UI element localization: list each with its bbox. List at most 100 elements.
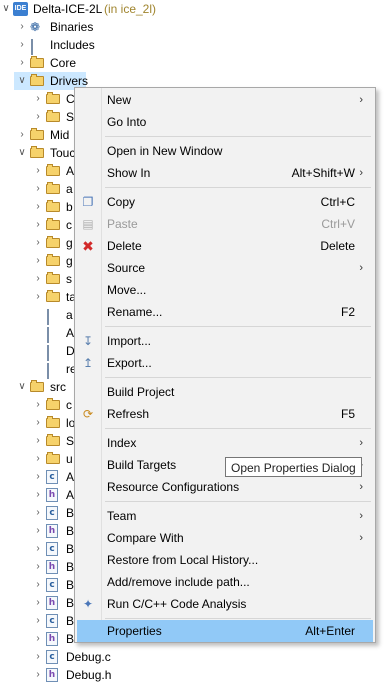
chevron-right-icon[interactable]: › <box>33 522 43 540</box>
chevron-right-icon[interactable]: › <box>33 396 43 414</box>
menu-item-move[interactable]: Move... <box>77 279 373 301</box>
menu-item-refresh[interactable]: ⟳ Refresh F5 <box>77 403 373 425</box>
tree-row[interactable]: D <box>0 342 80 361</box>
menu-item-add-remove-include-path[interactable]: Add/remove include path... <box>77 571 373 593</box>
chevron-right-icon[interactable]: › <box>33 288 43 306</box>
menu-item-source[interactable]: Source › <box>77 257 373 279</box>
tree-row[interactable]: › lo <box>0 414 80 432</box>
menu-item-shortcut: F2 <box>340 305 355 319</box>
ide-project-icon: IDE <box>13 2 28 16</box>
tree-row[interactable]: › C <box>0 90 80 108</box>
chevron-right-icon[interactable]: › <box>33 234 43 252</box>
menu-item-index[interactable]: Index › <box>77 432 373 454</box>
menu-item-new[interactable]: New › <box>77 89 373 111</box>
tree-row[interactable]: › a <box>0 180 80 198</box>
tree-row[interactable]: › h B <box>0 594 80 612</box>
tree-row[interactable]: › h A <box>0 486 80 504</box>
tree-item-label: g <box>66 236 73 250</box>
tree-row[interactable]: › h B <box>0 522 80 540</box>
chevron-right-icon[interactable]: › <box>33 486 43 504</box>
tree-row-core[interactable]: › Core <box>0 54 386 72</box>
menu-item-team[interactable]: Team › <box>77 505 373 527</box>
chevron-right-icon[interactable]: › <box>33 90 43 108</box>
menu-item-run-code-analysis[interactable]: ✦ Run C/C++ Code Analysis <box>77 593 373 615</box>
chevron-right-icon[interactable]: › <box>33 432 43 450</box>
chevron-right-icon[interactable]: › <box>17 18 27 36</box>
chevron-right-icon[interactable]: › <box>17 126 27 144</box>
chevron-right-icon[interactable]: › <box>33 252 43 270</box>
menu-item-build-project[interactable]: Build Project <box>77 381 373 403</box>
tree-row-src[interactable]: ∨ src <box>0 378 80 396</box>
menu-item-properties[interactable]: Properties Alt+Enter <box>77 620 373 642</box>
chevron-right-icon[interactable]: › <box>17 36 27 54</box>
tree-row[interactable]: › S <box>0 108 80 126</box>
menu-item-paste[interactable]: ▤ Paste Ctrl+V <box>77 213 373 235</box>
tree-row[interactable]: › h B <box>0 630 80 648</box>
chevron-down-icon[interactable]: ∨ <box>1 0 11 18</box>
tree-row[interactable]: › b <box>0 198 80 216</box>
tree-item-label: g <box>66 254 73 268</box>
chevron-right-icon[interactable]: › <box>33 450 43 468</box>
menu-item-import[interactable]: ↧ Import... <box>77 330 373 352</box>
tree-row[interactable]: › ta <box>0 288 80 306</box>
tree-row[interactable]: › c B <box>0 504 80 522</box>
binaries-icon: ❁ <box>30 20 41 34</box>
menu-item-rename[interactable]: Rename... F2 <box>77 301 373 323</box>
tree-row-project[interactable]: ∨ IDE Delta-ICE-2L (in ice_2l) <box>0 0 386 18</box>
chevron-right-icon[interactable]: › <box>33 576 43 594</box>
chevron-down-icon[interactable]: ∨ <box>17 144 27 162</box>
chevron-right-icon[interactable]: › <box>33 270 43 288</box>
tree-row[interactable]: › c B <box>0 540 80 558</box>
menu-item-copy[interactable]: ❐ Copy Ctrl+C <box>77 191 373 213</box>
menu-item-show-in[interactable]: Show In Alt+Shift+W › <box>77 162 373 184</box>
tree-row[interactable]: re <box>0 360 80 379</box>
menu-item-open-in-new-window[interactable]: Open in New Window <box>77 140 373 162</box>
chevron-right-icon[interactable]: › <box>33 162 43 180</box>
chevron-right-icon[interactable]: › <box>33 468 43 486</box>
tree-row[interactable]: › c B <box>0 576 80 594</box>
chevron-right-icon[interactable]: › <box>33 612 43 630</box>
menu-item-delete[interactable]: ✖ Delete Delete <box>77 235 373 257</box>
tree-row[interactable]: › c B <box>0 612 80 630</box>
chevron-right-icon[interactable]: › <box>33 108 43 126</box>
tree-row-middlewares[interactable]: › Mid <box>0 126 80 144</box>
menu-item-restore-from-local-history[interactable]: Restore from Local History... <box>77 549 373 571</box>
tree-row[interactable]: › c <box>0 216 80 234</box>
chevron-right-icon[interactable]: › <box>33 414 43 432</box>
tree-row[interactable]: A <box>0 324 80 343</box>
chevron-right-icon[interactable]: › <box>33 648 43 666</box>
chevron-right-icon[interactable]: › <box>33 216 43 234</box>
chevron-right-icon[interactable]: › <box>33 180 43 198</box>
chevron-right-icon[interactable]: › <box>33 666 43 684</box>
menu-item-compare-with[interactable]: Compare With › <box>77 527 373 549</box>
tree-row[interactable]: › c A <box>0 468 80 486</box>
chevron-down-icon[interactable]: ∨ <box>17 72 27 90</box>
tree-row[interactable]: › g <box>0 252 80 270</box>
tree-row[interactable]: › A <box>0 162 80 180</box>
menu-item-export[interactable]: ↥ Export... <box>77 352 373 374</box>
tree-row-includes[interactable]: › Includes <box>0 36 386 55</box>
chevron-right-icon[interactable]: › <box>33 540 43 558</box>
chevron-down-icon[interactable]: ∨ <box>17 378 27 396</box>
chevron-right-icon[interactable]: › <box>33 594 43 612</box>
menu-item-resource-configurations[interactable]: Resource Configurations › <box>77 476 373 498</box>
tree-row[interactable]: › h Debug.h <box>0 666 200 684</box>
tree-row[interactable]: › c Debug.c <box>0 648 200 666</box>
menu-item-shortcut: F5 <box>340 407 355 421</box>
tree-row[interactable]: › c <box>0 396 80 414</box>
tree-row[interactable]: › h B <box>0 558 80 576</box>
chevron-right-icon[interactable]: › <box>17 54 27 72</box>
chevron-right-icon[interactable]: › <box>33 558 43 576</box>
tree-row[interactable]: › S <box>0 432 80 450</box>
tree-item-label: u <box>66 452 73 466</box>
menu-item-go-into[interactable]: Go Into <box>77 111 373 133</box>
tree-row[interactable]: a <box>0 306 80 325</box>
tree-row[interactable]: › s <box>0 270 80 288</box>
tree-row[interactable]: › u <box>0 450 80 468</box>
tree-row-touch[interactable]: ∨ Touc <box>0 144 80 162</box>
chevron-right-icon[interactable]: › <box>33 198 43 216</box>
tree-row-binaries[interactable]: › ❁ Binaries <box>0 18 386 36</box>
chevron-right-icon[interactable]: › <box>33 630 43 648</box>
chevron-right-icon[interactable]: › <box>33 504 43 522</box>
tree-row[interactable]: › g <box>0 234 80 252</box>
